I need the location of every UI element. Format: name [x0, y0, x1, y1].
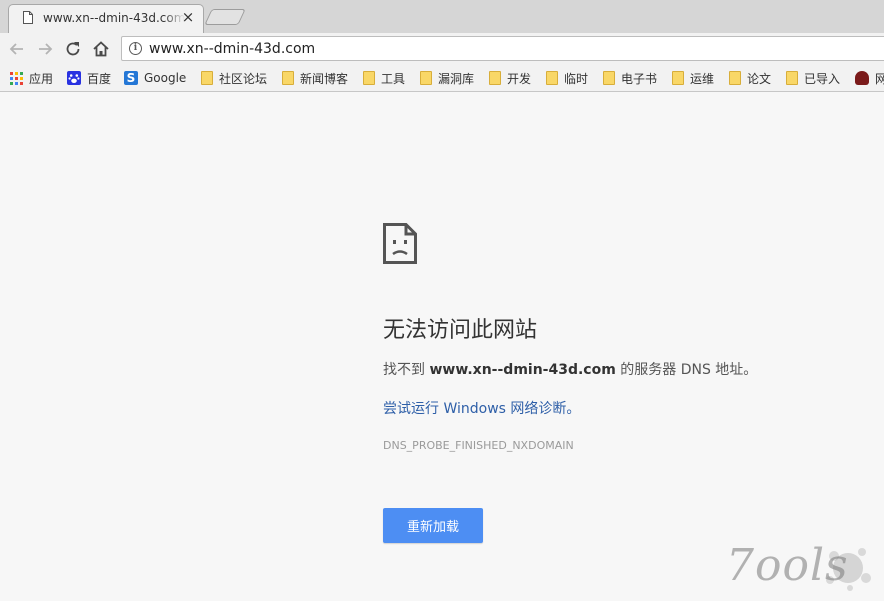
- folder-icon: [363, 71, 375, 85]
- tab-strip: www.xn--dmin-43d.com ×: [0, 0, 884, 34]
- bookmark-folder-dev[interactable]: 开发: [489, 69, 531, 87]
- bookmark-label: 漏洞库: [438, 71, 475, 86]
- bookmark-label: 电子书: [621, 71, 658, 86]
- reload-button[interactable]: 重新加载: [383, 508, 483, 543]
- back-arrow-icon[interactable]: [7, 39, 27, 59]
- bookmark-baidu[interactable]: 百度: [67, 69, 111, 87]
- bookmark-label: 临时: [564, 71, 589, 86]
- bookmark-google[interactable]: S Google: [124, 69, 186, 87]
- bookmark-label: Google: [144, 71, 187, 85]
- error-code: DNS_PROBE_FINISHED_NXDOMAIN: [383, 439, 574, 452]
- folder-icon: [672, 71, 684, 85]
- forward-arrow-icon[interactable]: [35, 39, 55, 59]
- bookmarks-bar: 应用 百度 S Google 社区论坛 新闻博客 工具 漏洞库 开发 临时 电子…: [0, 64, 884, 92]
- page-icon: [23, 11, 33, 24]
- folder-icon: [603, 71, 615, 85]
- error-message-suffix: 的服务器 DNS 地址。: [615, 362, 758, 378]
- bookmark-folder-imported[interactable]: 已导入: [786, 69, 840, 87]
- tab-active[interactable]: www.xn--dmin-43d.com ×: [8, 4, 204, 33]
- bookmark-folder-vulndb[interactable]: 漏洞库: [420, 69, 474, 87]
- tab-title: www.xn--dmin-43d.com: [43, 11, 185, 25]
- site-info-icon[interactable]: i: [129, 42, 142, 55]
- folder-icon: [282, 71, 294, 85]
- bookmark-label: 运维: [690, 71, 715, 86]
- bookmark-label: 工具: [381, 71, 406, 86]
- folder-icon: [420, 71, 432, 85]
- toolbar: i: [0, 33, 884, 64]
- tab-close-icon[interactable]: ×: [181, 10, 195, 25]
- watermark-logo: 7ools: [726, 540, 876, 596]
- bookmark-folder-ops[interactable]: 运维: [672, 69, 714, 87]
- error-domain: www.xn--dmin-43d.com: [429, 362, 616, 378]
- baidu-paw-icon: [67, 71, 81, 85]
- site-favicon-icon: [855, 71, 869, 85]
- bookmark-folder-community[interactable]: 社区论坛: [201, 69, 267, 87]
- folder-icon: [489, 71, 501, 85]
- bookmark-folder-news[interactable]: 新闻博客: [282, 69, 348, 87]
- apps-grid-icon: [10, 71, 23, 85]
- sad-document-icon: [383, 223, 417, 264]
- bookmark-label: 应用: [29, 71, 54, 86]
- folder-icon: [786, 71, 798, 85]
- bookmark-folder-ebooks[interactable]: 电子书: [603, 69, 657, 87]
- error-message: 找不到 www.xn--dmin-43d.com 的服务器 DNS 地址。: [383, 359, 757, 379]
- bookmark-apps[interactable]: 应用: [10, 69, 53, 87]
- bookmark-label: 新闻博客: [300, 71, 349, 86]
- google-s-icon: S: [124, 71, 138, 85]
- folder-icon: [546, 71, 558, 85]
- bookmark-label: 网: [875, 70, 884, 87]
- bookmark-folder-papers[interactable]: 论文: [729, 69, 771, 87]
- ink-splash-icon: [826, 548, 871, 591]
- folder-icon: [201, 71, 213, 85]
- bookmark-folder-tools[interactable]: 工具: [363, 69, 405, 87]
- bookmark-site[interactable]: 网: [855, 69, 884, 87]
- error-title: 无法访问此网站: [383, 318, 538, 343]
- folder-icon: [729, 71, 741, 85]
- url-input[interactable]: [149, 39, 849, 58]
- watermark-text: 7ools: [726, 540, 849, 591]
- new-tab-button[interactable]: [204, 9, 246, 25]
- reload-icon[interactable]: [63, 39, 83, 59]
- bookmark-label: 论文: [747, 71, 772, 86]
- home-icon[interactable]: [91, 39, 111, 59]
- network-diagnostics-link[interactable]: 尝试运行 Windows 网络诊断。: [383, 398, 580, 418]
- bookmark-label: 百度: [87, 71, 112, 86]
- omnibox[interactable]: i: [121, 36, 884, 61]
- bookmark-folder-temp[interactable]: 临时: [546, 69, 588, 87]
- bookmark-label: 社区论坛: [219, 71, 268, 86]
- error-message-prefix: 找不到: [383, 362, 430, 378]
- bookmark-label: 开发: [507, 71, 532, 86]
- bookmark-label: 已导入: [804, 71, 841, 86]
